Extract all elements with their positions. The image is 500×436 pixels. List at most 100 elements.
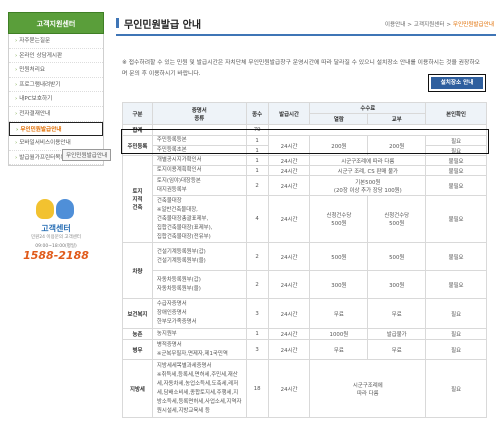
doc-fee-print: 500원: [309, 242, 369, 271]
doc-fee: 시군구조례에 따라 다름: [309, 359, 427, 418]
doc-time: 24시간: [267, 339, 311, 360]
callcenter-banner[interactable]: 고객센터 민원24 이용문의 고객센터 09:00~18:00(평일) 1588…: [10, 196, 102, 262]
sidebar-item-kiosk-guide[interactable]: 무인민원발급안내: [9, 121, 103, 137]
doc-id: 필요: [425, 359, 487, 418]
sidebar-item-e-approval[interactable]: 전자결재안내: [9, 107, 103, 122]
doc-name: 지방세세목별과세증명서: [156, 362, 212, 369]
doc-name: 대지권등록부: [156, 186, 187, 193]
sidebar-header: 고객지원센터: [8, 12, 104, 34]
cat-vehicle: 차량: [122, 242, 153, 299]
doc-name: 농지원부: [151, 328, 247, 340]
breadcrumb-item[interactable]: 이용안내: [385, 22, 406, 28]
doc-fee-copy: 신청건수당 500원: [367, 195, 427, 243]
title-bar: 무인민원발급 안내 이용안내 > 고객지원센터 > 무인민원발급안내: [116, 10, 496, 36]
location-button-highlight: 설치장소 안내: [428, 74, 486, 92]
mascot-icon: [56, 199, 74, 219]
doc-count: 1: [245, 165, 269, 176]
doc-count: 2: [245, 175, 269, 196]
doc-name: 토지이용계획확인서: [151, 165, 247, 176]
breadcrumb-item[interactable]: 고객지원센터: [414, 22, 445, 28]
doc-id: 필요: [425, 298, 487, 329]
resident-rows-highlight: [121, 129, 489, 154]
callcenter-number: 1588-2188: [23, 249, 89, 262]
sidebar-tooltip: 무인민원발급안내: [62, 149, 112, 161]
doc-fee: 기본500원 (20장 이상 추가 장당 100원): [309, 175, 427, 196]
doc-id: 불필요: [425, 242, 487, 271]
doc-name: 건축물대장총괄표제부,: [156, 215, 209, 222]
doc-id: 불필요: [425, 195, 487, 243]
cat-land: 토지 지적 건축: [122, 155, 153, 243]
doc-names: 지방세세목별과세증명서 ※취득세,등록세,면허세,주민세,재산 세,자동차세,농업소…: [151, 359, 247, 418]
doc-name: 건설기계등록원부(을): [156, 257, 206, 264]
doc-fee-copy: 발급불가: [367, 328, 427, 340]
fee-line: 500원: [389, 221, 405, 227]
doc-count: 2: [245, 270, 269, 299]
sidebar-item-pc-protect[interactable]: 내PC보호하기: [9, 92, 103, 107]
doc-names: 수급자증명서장애인증명서한부모가족증명서: [151, 298, 247, 329]
doc-name: 건설기계등록원부(갑): [156, 248, 206, 255]
doc-fee: 시군구조례에 따라 다름: [309, 155, 427, 166]
cat-farm: 농촌: [122, 328, 153, 340]
fee-line: 시군구조례에: [352, 382, 383, 389]
sidebar: 고객지원센터 자주묻는질문 온라인 상담게시판 민원처리요 프로그램내려받기 내…: [8, 12, 104, 167]
doc-name: 자동차등록원부(갑): [156, 276, 201, 283]
doc-names: 건설기계등록원부(갑) 건설기계등록원부(을): [151, 242, 247, 271]
cat-welfare: 보건복지: [122, 298, 153, 329]
doc-name: 건축물대장: [156, 197, 182, 204]
doc-time: 24시간: [267, 328, 311, 340]
doc-name: 토지(임야)대장등본: [156, 177, 201, 184]
doc-fee-print: 300원: [309, 270, 369, 299]
cat-military: 병무: [122, 339, 153, 360]
sidebar-item-faq[interactable]: 자주묻는질문: [9, 34, 103, 49]
doc-name: 수급자증명서: [156, 301, 187, 307]
doc-fee-copy: 300원: [367, 270, 427, 299]
doc-fee-print: 무료: [309, 339, 369, 360]
fee-line: 기본500원: [355, 179, 381, 186]
sidebar-menu: 자주묻는질문 온라인 상담게시판 민원처리요 프로그램내려받기 내PC보호하기 …: [8, 34, 104, 167]
cat-local-tax: 지방세: [122, 359, 153, 418]
location-button[interactable]: 설치장소 안내: [431, 77, 483, 89]
doc-name: 세,담배소비세,종합토지세,주행세,지: [156, 389, 239, 396]
header-id-check: 본인확인: [425, 102, 487, 125]
doc-names: 병적증명서 ※군복무필자,면제자,제1국민역: [151, 339, 247, 360]
doc-fee-copy: 무료: [367, 298, 427, 329]
doc-fee-print: 신청건수당 500원: [309, 195, 369, 243]
breadcrumb-current: 무인민원발급안내: [452, 22, 494, 28]
doc-id: 필요: [425, 328, 487, 340]
doc-time: 24시간: [267, 165, 311, 176]
doc-name: 한부모가족증명서: [156, 319, 197, 325]
doc-name: ※군복무필자,면제자,제1국민역: [156, 350, 228, 357]
doc-id: 불필요: [425, 165, 487, 176]
title-marker: [116, 18, 119, 28]
sidebar-item-online-board[interactable]: 온라인 상담게시판: [9, 49, 103, 64]
doc-name: 자동차등록원부(을): [156, 285, 201, 292]
doc-time: 24시간: [267, 195, 311, 243]
doc-name: 병적증명서: [156, 341, 182, 348]
header-time: 발급시간: [267, 102, 311, 125]
doc-name: 개별공시지가확인서: [151, 155, 247, 166]
doc-id: 불필요: [425, 175, 487, 196]
main-content: 무인민원발급 안내 이용안내 > 고객지원센터 > 무인민원발급안내 ※ 접수하…: [116, 10, 496, 418]
doc-fee-copy: 무료: [367, 339, 427, 360]
doc-count: 3: [245, 339, 269, 360]
doc-count: 4: [245, 195, 269, 243]
callcenter-label: 고객센터: [41, 224, 71, 233]
sidebar-item-program-download[interactable]: 프로그램내려받기: [9, 78, 103, 93]
mascot-icon: [36, 199, 54, 219]
doc-fee-copy: 500원: [367, 242, 427, 271]
doc-names: 토지(임야)대장등본대지권등록부: [151, 175, 247, 196]
doc-name: 집합건축물대장(표제부),: [156, 224, 213, 231]
doc-count: 18: [245, 359, 269, 418]
doc-time: 24시간: [267, 242, 311, 271]
doc-time: 24시간: [267, 270, 311, 299]
doc-fee-print: 무료: [309, 298, 369, 329]
header-fee-print: 열람: [309, 113, 369, 125]
doc-name: 장애인증명서: [156, 310, 187, 316]
doc-names: 자동차등록원부(갑) 자동차등록원부(을): [151, 270, 247, 299]
doc-name: ※일반건축물대장,: [156, 206, 198, 213]
fee-line: 신청건수당: [384, 213, 410, 219]
doc-fee-print: 1000원: [309, 328, 369, 340]
sidebar-item-complaint[interactable]: 민원처리요: [9, 63, 103, 78]
page: 고객지원센터 자주묻는질문 온라인 상담게시판 민원처리요 프로그램내려받기 내…: [0, 0, 500, 436]
callcenter-mascots: [10, 196, 102, 222]
